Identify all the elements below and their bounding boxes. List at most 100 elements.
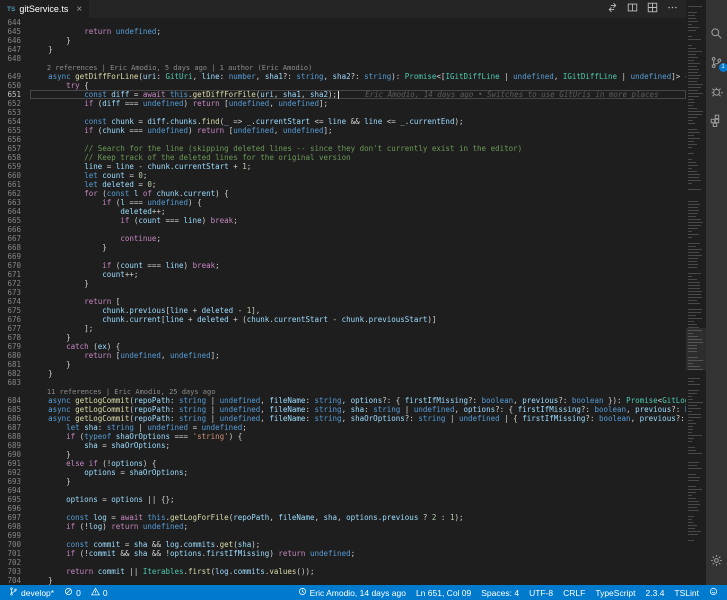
code-row[interactable]: 686 async getLogCommit(repoPath: string …	[0, 414, 686, 423]
code-row[interactable]: 683	[0, 378, 686, 387]
activitybar-settings-icon[interactable]	[710, 553, 724, 567]
line-number[interactable]: 671	[0, 270, 30, 279]
code-row[interactable]: 703 return commit || Iterables.first(log…	[0, 567, 686, 576]
code-row[interactable]: 689 sha = shaOrOptions;	[0, 441, 686, 450]
line-number[interactable]: 667	[0, 234, 30, 243]
code-row[interactable]: 684 async getLogCommit(repoPath: string …	[0, 396, 686, 405]
code-row[interactable]: 645 return undefined;	[0, 27, 686, 36]
status-typescript-version[interactable]: 2.3.4	[641, 588, 670, 598]
activitybar-extensions-icon[interactable]	[710, 113, 724, 127]
code-row[interactable]: 688 if (typeof shaOrOptions === 'string'…	[0, 432, 686, 441]
code-row[interactable]: 687 let sha: string | undefined = undefi…	[0, 423, 686, 432]
line-number[interactable]: 678	[0, 333, 30, 342]
status-tslint[interactable]: TSLint	[669, 588, 704, 598]
code-row[interactable]: 665 if (count === line) break;	[0, 216, 686, 225]
line-number[interactable]: 696	[0, 504, 30, 513]
line-number[interactable]: 655	[0, 126, 30, 135]
status-errors[interactable]: 0	[59, 587, 86, 598]
line-number[interactable]: 662	[0, 189, 30, 198]
minimap[interactable]	[686, 0, 706, 585]
line-number[interactable]: 654	[0, 117, 30, 126]
line-number[interactable]: 661	[0, 180, 30, 189]
code-row[interactable]: 681 }	[0, 360, 686, 369]
code-row[interactable]: 657 // Search for the line (skipping del…	[0, 144, 686, 153]
code-row[interactable]: 644	[0, 18, 686, 27]
line-number[interactable]: 689	[0, 441, 30, 450]
line-number[interactable]: 685	[0, 405, 30, 414]
line-number[interactable]: 663	[0, 198, 30, 207]
code-row[interactable]: 658 // Keep track of the deleted lines f…	[0, 153, 686, 162]
close-tab-icon[interactable]: ×	[76, 4, 82, 15]
activitybar-debug-icon[interactable]	[710, 84, 724, 98]
code-row[interactable]: 671 count++;	[0, 270, 686, 279]
line-number[interactable]: 652	[0, 99, 30, 108]
tab-gitservice-ts[interactable]: TS gitService.ts ×	[0, 0, 90, 18]
status-gitlens-blame[interactable]: Eric Amodio, 14 days ago	[293, 587, 411, 598]
line-number[interactable]: 683	[0, 378, 30, 387]
status-encoding[interactable]: UTF-8	[524, 588, 558, 598]
code-row[interactable]: 694	[0, 486, 686, 495]
line-number[interactable]: 691	[0, 459, 30, 468]
code-row[interactable]: 698 if (!log) return undefined;	[0, 522, 686, 531]
code-row[interactable]: 656	[0, 135, 686, 144]
line-number[interactable]: 674	[0, 297, 30, 306]
line-number[interactable]: 649	[0, 72, 30, 81]
code-row[interactable]: 678 }	[0, 333, 686, 342]
status-warnings[interactable]: 0	[86, 587, 113, 598]
line-number[interactable]: 693	[0, 477, 30, 486]
code-row[interactable]: 675 chunk.previous[line + deleted - 1],	[0, 306, 686, 315]
line-number[interactable]: 651	[0, 90, 30, 99]
code-row[interactable]: 700 const commit = sha && log.commits.ge…	[0, 540, 686, 549]
line-number[interactable]: 695	[0, 495, 30, 504]
code-row[interactable]: 690 }	[0, 450, 686, 459]
line-number[interactable]: 686	[0, 414, 30, 423]
code-row[interactable]: 667 continue;	[0, 234, 686, 243]
status-indentation[interactable]: Spaces: 4	[476, 588, 524, 598]
status-feedback[interactable]	[704, 587, 723, 598]
code-row[interactable]: 695 options = options || {};	[0, 495, 686, 504]
code-row[interactable]: 679 catch (ex) {	[0, 342, 686, 351]
code-row[interactable]: 691 else if (!options) {	[0, 459, 686, 468]
codelens-row[interactable]: 11 references | Eric Amodio, 25 days ago	[0, 387, 686, 396]
line-number[interactable]: 687	[0, 423, 30, 432]
line-number[interactable]: 658	[0, 153, 30, 162]
code-row[interactable]: 646 }	[0, 36, 686, 45]
code-row[interactable]: 677 ];	[0, 324, 686, 333]
code-row[interactable]: 685 async getLogCommit(repoPath: string …	[0, 405, 686, 414]
code-row[interactable]: 666	[0, 225, 686, 234]
line-number[interactable]: 664	[0, 207, 30, 216]
code-row[interactable]: 699	[0, 531, 686, 540]
code-row[interactable]: 668 }	[0, 243, 686, 252]
code-row[interactable]: 676 chunk.current[line + deleted + (chun…	[0, 315, 686, 324]
code-row[interactable]: 697 const log = await this.getLogForFile…	[0, 513, 686, 522]
line-number[interactable]: 660	[0, 171, 30, 180]
code-row[interactable]: 673	[0, 288, 686, 297]
code-row[interactable]: 702	[0, 558, 686, 567]
line-number[interactable]: 703	[0, 567, 30, 576]
line-number[interactable]: 672	[0, 279, 30, 288]
status-language-mode[interactable]: TypeScript	[590, 588, 640, 598]
line-number[interactable]: 692	[0, 468, 30, 477]
line-number[interactable]: 657	[0, 144, 30, 153]
code-row[interactable]: 660 let count = 0;	[0, 171, 686, 180]
minimap-slider[interactable]	[686, 327, 706, 370]
line-number[interactable]: 694	[0, 486, 30, 495]
line-number[interactable]	[0, 387, 30, 396]
line-number[interactable]	[0, 63, 30, 72]
code-row[interactable]: 672 }	[0, 279, 686, 288]
toggle-editor-layout-icon[interactable]	[647, 0, 658, 18]
code-row[interactable]: 663 if (l === undefined) {	[0, 198, 686, 207]
code-row[interactable]: 649 async getDiffForLine(uri: GitUri, li…	[0, 72, 686, 81]
line-number[interactable]: 697	[0, 513, 30, 522]
code-row[interactable]: 653	[0, 108, 686, 117]
status-eol[interactable]: CRLF	[558, 588, 590, 598]
line-number[interactable]: 698	[0, 522, 30, 531]
line-number[interactable]: 644	[0, 18, 30, 27]
activitybar-search-icon[interactable]	[710, 26, 724, 40]
code-row[interactable]: 693 }	[0, 477, 686, 486]
open-changes-icon[interactable]	[607, 0, 618, 18]
line-number[interactable]: 656	[0, 135, 30, 144]
line-number[interactable]: 650	[0, 81, 30, 90]
line-number[interactable]: 670	[0, 261, 30, 270]
line-number[interactable]: 648	[0, 54, 30, 63]
